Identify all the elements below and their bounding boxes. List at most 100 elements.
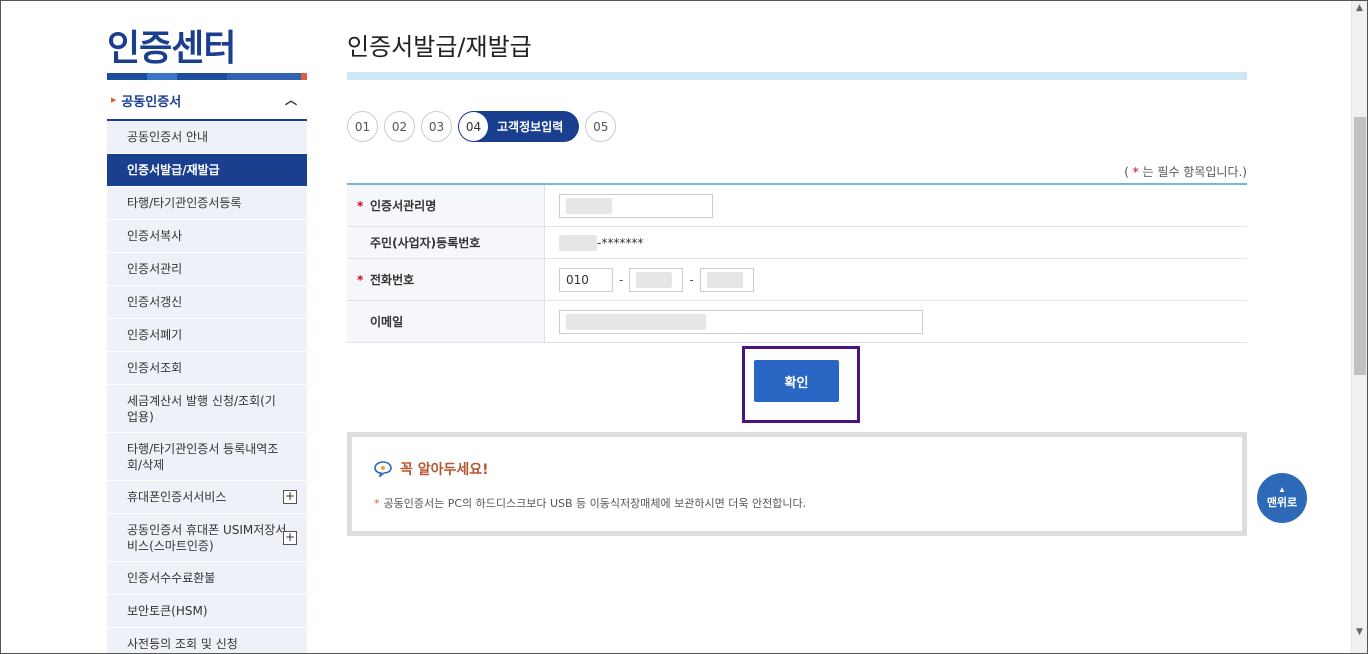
sidebar-title: 인증센터 — [107, 28, 236, 69]
scroll-down-arrow-icon[interactable]: ▼ — [1356, 627, 1363, 637]
expand-plus-icon[interactable]: + — [283, 490, 297, 504]
sidebar-item-guide[interactable]: 공동인증서 안내 — [107, 121, 307, 154]
step-01: 01 — [347, 111, 378, 142]
form-label: * 인증서관리명 — [347, 185, 545, 226]
page-title: 인증서발급/재발급 — [347, 33, 532, 61]
sidebar-item-label: 공동인증서 휴대폰 USIM저장서비스(스마트인증) — [127, 522, 287, 553]
sidebar-section-label: 공동인증서 — [121, 94, 182, 110]
step-03: 03 — [421, 111, 452, 142]
cert-name-input[interactable] — [559, 193, 713, 218]
sidebar-section-header[interactable]: ▶ 공동인증서 ︿ — [107, 81, 307, 121]
required-star: * — [357, 198, 364, 213]
sidebar-item-label: 타행/타기관인증서 등록내역조회/삭제 — [127, 441, 279, 472]
phone-prefix-input[interactable]: 010 — [559, 267, 613, 292]
sidebar-item-renew[interactable]: 인증서갱신 — [107, 286, 307, 319]
sidebar-item-label: 인증서수수료환불 — [127, 571, 216, 585]
bullet-arrow-icon: ▶ — [111, 96, 117, 104]
title-underline — [347, 72, 1247, 80]
sidebar-item-label: 인증서조회 — [127, 361, 183, 375]
redacted-value — [559, 234, 597, 251]
notice-title: 꼭 알아두세요! — [374, 459, 489, 479]
sidebar-item-label: 인증서갱신 — [127, 295, 183, 309]
sidebar-item-refund[interactable]: 인증서수수료환불 — [107, 562, 307, 595]
email-input[interactable] — [559, 309, 923, 334]
phone-middle-input[interactable] — [629, 267, 684, 292]
sidebar-item-mobile-cert[interactable]: 휴대폰인증서서비스 + — [107, 481, 307, 514]
required-star: * — [1132, 165, 1139, 179]
form-value — [545, 301, 1247, 342]
redacted-value — [566, 197, 612, 214]
step-05: 05 — [585, 111, 617, 142]
speech-bubble-icon — [374, 461, 392, 477]
sidebar-item-label: 인증서발급/재발급 — [127, 163, 220, 177]
form-value: -******* — [545, 227, 1247, 258]
vertical-scrollbar[interactable]: ▲ ▼ — [1351, 1, 1367, 653]
step-04-number: 04 — [459, 112, 488, 141]
sidebar-banner-band — [107, 73, 307, 80]
sidebar-item-copy[interactable]: 인증서복사 — [107, 220, 307, 253]
step-04-label: 고객정보입력 — [497, 120, 564, 134]
email-label: 이메일 — [370, 315, 404, 329]
sidebar-item-consent[interactable]: 사전등의 조회 및 신청 — [107, 628, 307, 653]
required-note: ( * 는 필수 항목입니다.) — [901, 163, 1247, 180]
form-value: 010 - - — [545, 259, 1247, 300]
sidebar-item-manage[interactable]: 인증서관리 — [107, 253, 307, 286]
chevron-up-icon[interactable]: ︿ — [285, 91, 297, 108]
scroll-to-top-label: 맨위로 — [1266, 497, 1298, 509]
customer-info-form: * 인증서관리명 주민(사업자)등록번호 -******* * 전화번호 010 -… — [347, 183, 1247, 343]
sidebar-item-label: 세금계산서 발행 신청/조회(기업용) — [127, 393, 276, 424]
sidebar-item-usim[interactable]: 공동인증서 휴대폰 USIM저장서비스(스마트인증) + — [107, 514, 307, 562]
notice-body: 공동인증서는 PC의 하드디스크보다 USB 등 이동식저장매체에 보관하시면 … — [383, 497, 807, 510]
notice-star: * — [374, 497, 380, 510]
sidebar-item-lookup[interactable]: 인증서조회 — [107, 352, 307, 385]
sidebar-item-tax-invoice[interactable]: 세금계산서 발행 신청/조회(기업용) — [107, 385, 307, 433]
confirm-button[interactable]: 확인 — [754, 360, 839, 402]
required-star: * — [357, 272, 364, 287]
required-note-open: ( — [1124, 165, 1129, 179]
step-indicator: 01 02 03 04 고객정보입력 05 — [347, 111, 622, 142]
sidebar-item-label: 타행/타기관인증서등록 — [127, 196, 242, 210]
resident-number-masked: -******* — [597, 235, 644, 250]
step-04-active: 04 고객정보입력 — [458, 111, 580, 142]
scrollbar-thumb[interactable] — [1354, 117, 1366, 375]
sidebar-item-register-other[interactable]: 타행/타기관인증서등록 — [107, 187, 307, 220]
form-row-email: 이메일 — [347, 301, 1247, 343]
sidebar-item-label: 휴대폰인증서서비스 — [127, 490, 227, 504]
sidebar-item-label: 인증서폐기 — [127, 328, 183, 342]
form-value — [545, 185, 1247, 226]
band-tip — [301, 73, 307, 80]
sidebar-item-label: 보안토큰(HSM) — [127, 604, 208, 618]
redacted-value — [566, 313, 706, 330]
expand-plus-icon[interactable]: + — [283, 530, 297, 545]
notice-box: 꼭 알아두세요! * 공동인증서는 PC의 하드디스크보다 USB 등 이동식저장… — [347, 432, 1247, 536]
resident-number-label: 주민(사업자)등록번호 — [370, 236, 481, 250]
form-label: 이메일 — [347, 301, 545, 342]
form-row-phone: * 전화번호 010 - - — [347, 259, 1247, 301]
dash-separator: - — [619, 272, 624, 287]
dash-separator: - — [689, 272, 694, 287]
scroll-to-top-button[interactable]: ▲ 맨위로 — [1257, 473, 1307, 523]
cert-name-label: 인증서관리명 — [370, 199, 437, 213]
form-row-cert-name: * 인증서관리명 — [347, 185, 1247, 227]
sidebar-item-issue[interactable]: 인증서발급/재발급 — [107, 154, 307, 187]
redacted-value — [706, 271, 743, 288]
phone-prefix-value: 010 — [566, 272, 589, 287]
sidebar-item-label: 인증서복사 — [127, 229, 183, 243]
scroll-up-arrow-icon[interactable]: ▲ — [1356, 3, 1363, 13]
sidebar-menu: 공동인증서 안내 인증서발급/재발급 타행/타기관인증서등록 인증서복사 인증서… — [107, 121, 307, 653]
browser-frame: 인증센터 ▶ 공동인증서 ︿ 공동인증서 안내 인증서발급/재발급 타행/타기관… — [0, 0, 1368, 654]
sidebar-item-revoke[interactable]: 인증서폐기 — [107, 319, 307, 352]
phone-last-input[interactable] — [699, 267, 754, 292]
sidebar-item-other-history[interactable]: 타행/타기관인증서 등록내역조회/삭제 — [107, 433, 307, 481]
form-label: * 전화번호 — [347, 259, 545, 300]
form-label: 주민(사업자)등록번호 — [347, 227, 545, 258]
required-note-text: 는 필수 항목입니다.) — [1142, 165, 1247, 179]
phone-label: 전화번호 — [370, 273, 415, 287]
sidebar-item-hsm[interactable]: 보안토큰(HSM) — [107, 595, 307, 628]
step-02: 02 — [384, 111, 415, 142]
notice-title-text: 꼭 알아두세요! — [400, 462, 489, 478]
notice-text: * 공동인증서는 PC의 하드디스크보다 USB 등 이동식저장매체에 보관하시면… — [374, 495, 806, 511]
sidebar-item-label: 사전등의 조회 및 신청 — [127, 637, 238, 651]
redacted-value — [636, 271, 673, 288]
sidebar-item-label: 공동인증서 안내 — [127, 130, 209, 144]
